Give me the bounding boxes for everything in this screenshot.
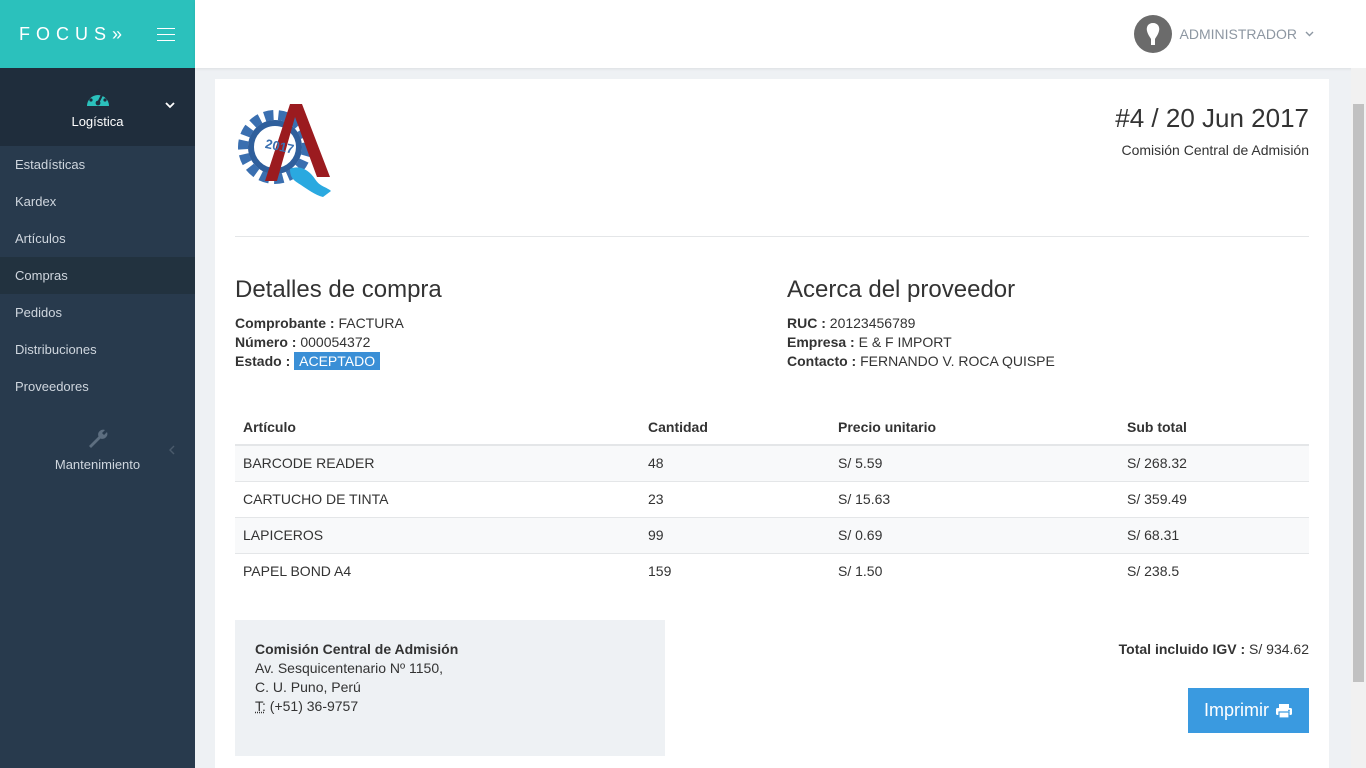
contacto-value: FERNANDO V. ROCA QUISPE (860, 353, 1055, 369)
table-cell: S/ 1.50 (830, 553, 1119, 589)
table-row: BARCODE READER 48 S/ 5.59 S/ 268.32 (235, 445, 1309, 482)
user-avatar-icon (1146, 23, 1159, 45)
contacto-label: Contacto : (787, 353, 857, 369)
empresa-label: Empresa : (787, 334, 855, 350)
nav-section-mantenimiento[interactable]: Mantenimiento (0, 427, 195, 472)
column-header: Artículo (235, 410, 640, 446)
table-cell: S/ 15.63 (830, 481, 1119, 518)
table-cell: S/ 5.59 (830, 445, 1119, 482)
user-menu[interactable]: ADMINISTRADOR (1133, 15, 1314, 53)
sidebar-item-label: Kardex (15, 194, 57, 209)
phone-value: (+51) 36-9757 (265, 698, 359, 714)
table-row: CARTUCHO DE TINTA 23 S/ 15.63 S/ 359.49 (235, 481, 1309, 518)
sidebar-item-articulos[interactable]: Artículos (0, 220, 195, 257)
sidebar-item-label: Compras (15, 268, 68, 283)
supplier-heading: Acerca del proveedor (787, 276, 1016, 303)
column-header: Sub total (1119, 410, 1309, 446)
sidebar-item-label: Proveedores (15, 379, 89, 394)
chevron-left-icon (169, 445, 175, 455)
table-cell: LAPICEROS (235, 517, 640, 554)
ruc-value: 20123456789 (829, 315, 916, 331)
phone-label: T: (255, 698, 266, 714)
sidebar-item-label: Pedidos (15, 305, 62, 320)
comprobante-label: Comprobante : (235, 315, 335, 331)
table-cell: S/ 0.69 (830, 517, 1119, 554)
table-row: LAPICEROS 99 S/ 0.69 S/ 68.31 (235, 517, 1309, 554)
table-row: PAPEL BOND A4 159 S/ 1.50 S/ 238.5 (235, 553, 1309, 589)
ruc-label: RUC : (787, 315, 826, 331)
empresa-value: E & F IMPORT (858, 334, 952, 350)
address-box: Comisión Central de Admisión Av. Sesquic… (235, 620, 665, 756)
table-cell: S/ 359.49 (1119, 481, 1309, 518)
column-header: Cantidad (640, 410, 830, 446)
total-line: Total incluido IGV : S/ 934.62 (1119, 641, 1309, 657)
sidebar-item-proveedores[interactable]: Proveedores (0, 368, 195, 405)
table-cell: PAPEL BOND A4 (235, 553, 640, 589)
dashboard-gauge-icon (86, 89, 109, 106)
table-cell: S/ 68.31 (1119, 517, 1309, 554)
address-name: Comisión Central de Admisión (255, 641, 459, 657)
invoice-subtitle: Comisión Central de Admisión (1121, 142, 1309, 158)
sidebar: FOCUS» Logística Estadísticas Kardex Art… (0, 0, 195, 768)
sidebar-item-label: Estadísticas (15, 157, 86, 172)
nav-section-logistica[interactable]: Logística (0, 68, 195, 146)
institution-logo: 2017 (238, 104, 331, 197)
user-name: ADMINISTRADOR (1179, 26, 1297, 42)
table-cell: BARCODE READER (235, 445, 640, 482)
sidebar-item-kardex[interactable]: Kardex (0, 183, 195, 220)
brand-logo[interactable]: FOCUS» (19, 24, 128, 45)
scrollbar-thumb[interactable] (1353, 104, 1364, 682)
menu-toggle-icon[interactable] (157, 27, 175, 41)
column-header: Precio unitario (830, 410, 1119, 446)
print-button-label: Imprimir (1204, 700, 1269, 720)
sidebar-item-label: Artículos (15, 231, 66, 246)
printer-icon (1276, 703, 1292, 719)
invoice-header: #4 / 20 Jun 2017 Comisión Central de Adm… (1115, 103, 1309, 158)
purchase-details: Detalles de compra Comprobante : FACTURA… (235, 276, 442, 371)
table-cell: S/ 268.32 (1119, 445, 1309, 482)
chevron-down-icon (1305, 31, 1314, 37)
avatar[interactable] (1133, 15, 1172, 53)
brand-bar: FOCUS» (0, 0, 195, 68)
wrench-icon (88, 429, 107, 448)
purchase-details-heading: Detalles de compra (235, 276, 442, 303)
address-line: C. U. Puno, Perú (255, 679, 361, 695)
numero-label: Número : (235, 334, 297, 350)
sidebar-item-distribuciones[interactable]: Distribuciones (0, 331, 195, 368)
sidebar-item-pedidos[interactable]: Pedidos (0, 294, 195, 331)
items-table: Artículo Cantidad Precio unitario Sub to… (235, 410, 1309, 589)
table-cell: 23 (640, 481, 830, 518)
table-header-row: Artículo Cantidad Precio unitario Sub to… (235, 410, 1309, 446)
print-button[interactable]: Imprimir (1188, 688, 1309, 733)
numero-value: 000054372 (300, 334, 371, 350)
supplier-details: Acerca del proveedor RUC : 20123456789 E… (787, 276, 1055, 371)
status-badge: ACEPTADO (294, 352, 381, 370)
chevron-down-icon (165, 102, 175, 109)
sidebar-item-estadisticas[interactable]: Estadísticas (0, 146, 195, 183)
table-cell: 159 (640, 553, 830, 589)
divider (235, 236, 1309, 237)
sidebar-item-label: Distribuciones (15, 342, 97, 357)
table-cell: S/ 238.5 (1119, 553, 1309, 589)
comprobante-value: FACTURA (338, 315, 404, 331)
total-label: Total incluido IGV : (1118, 641, 1246, 657)
invoice-card: 2017 #4 / 20 Jun 2017 Comisión Central d… (215, 79, 1329, 768)
scrollbar[interactable] (1351, 68, 1366, 768)
sidebar-item-compras[interactable]: Compras (0, 257, 195, 294)
estado-label: Estado : (235, 353, 291, 369)
table-cell: CARTUCHO DE TINTA (235, 481, 640, 518)
table-cell: 48 (640, 445, 830, 482)
topbar: ADMINISTRADOR (195, 0, 1366, 68)
svg-text:2017: 2017 (264, 136, 295, 157)
invoice-title: #4 / 20 Jun 2017 (1115, 103, 1309, 133)
total-value: S/ 934.62 (1245, 641, 1309, 657)
address-line: Av. Sesquicentenario Nº 1150, (255, 660, 444, 676)
nav-section-label: Mantenimiento (54, 457, 141, 472)
nav-section-label: Logística (71, 113, 124, 129)
table-cell: 99 (640, 517, 830, 554)
